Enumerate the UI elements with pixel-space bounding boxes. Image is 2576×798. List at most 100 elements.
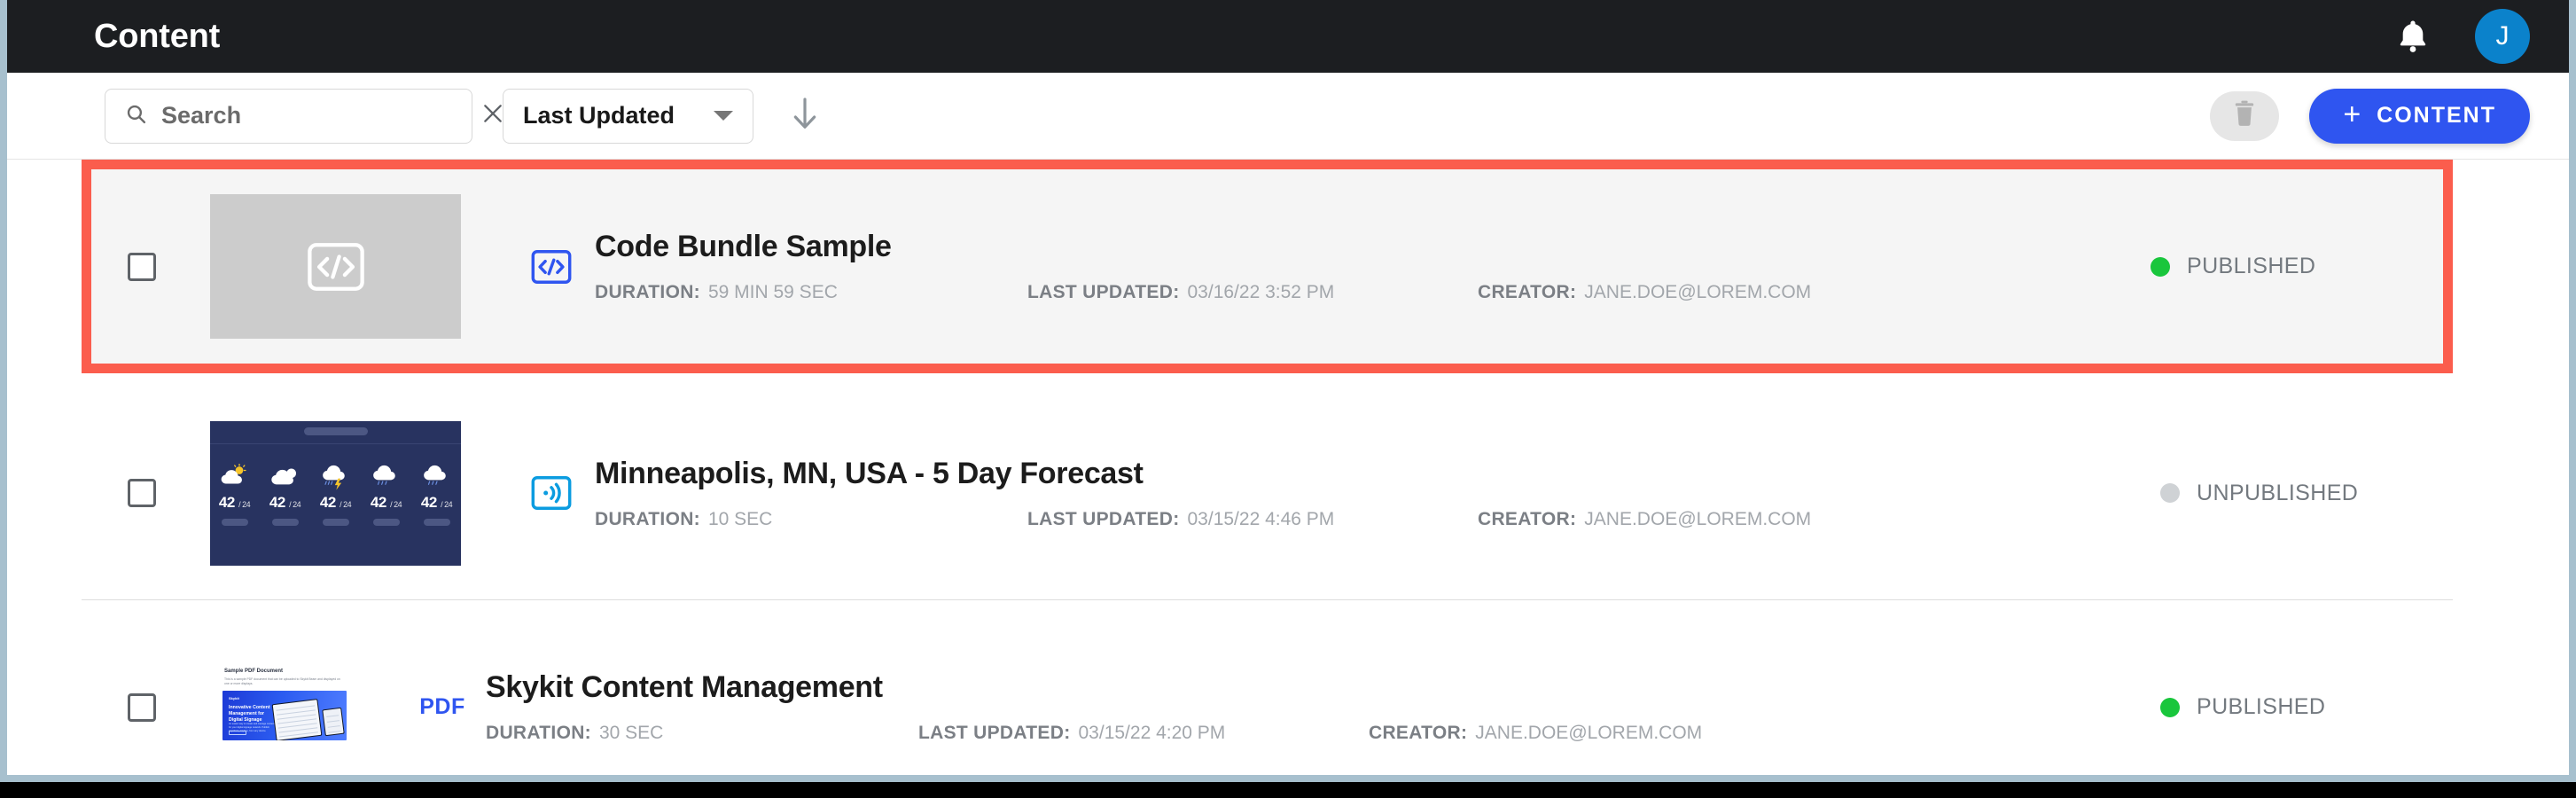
status-badge: PUBLISHED	[2151, 254, 2443, 279]
weather-temp-low: / 24	[390, 499, 402, 509]
broadcast-icon	[526, 475, 577, 511]
weather-day-placeholder	[423, 518, 450, 526]
weather-day-placeholder	[322, 518, 349, 526]
pdf-banner-cta	[229, 730, 246, 735]
page-title: Content	[94, 17, 221, 55]
row-checkbox[interactable]	[128, 692, 156, 722]
close-icon[interactable]	[481, 102, 504, 129]
top-bar: Content J	[7, 0, 2569, 73]
meta-last-updated-value: 03/16/22 3:52 PM	[1187, 282, 1335, 302]
weather-header	[210, 421, 461, 444]
trash-icon	[2233, 100, 2256, 131]
meta-duration-value: 10 SEC	[707, 508, 773, 529]
row-info: Minneapolis, MN, USA - 5 Day Forecast DU…	[595, 457, 2160, 530]
pdf-thumb-banner: Skykit Innovative Content Management for…	[222, 690, 347, 740]
meta-last-updated-label: LAST UPDATED:	[918, 723, 1071, 743]
plus-icon: +	[2343, 98, 2363, 131]
search-box[interactable]	[105, 88, 502, 144]
weather-day-placeholder	[271, 518, 299, 526]
status-badge: PUBLISHED	[2160, 694, 2453, 720]
meta-last-updated: LAST UPDATED: 03/16/22 3:52 PM	[1027, 282, 1478, 303]
status-label: UNPUBLISHED	[2197, 480, 2359, 505]
row-thumbnail: 42 / 24 42 / 24 42 / 24 42 / 24 42 / 24	[210, 420, 461, 566]
status-dot	[2160, 697, 2180, 717]
meta-creator-value: JANE.DOE@LOREM.COM	[1475, 723, 1703, 743]
pdf-banner-heading: Innovative Content Management for Digita…	[229, 704, 270, 723]
meta-duration-label: DURATION:	[486, 723, 591, 743]
row-title: Minneapolis, MN, USA - 5 Day Forecast	[595, 456, 1144, 490]
meta-creator: CREATOR: JANE.DOE@LOREM.COM	[1478, 509, 1811, 530]
status-dot	[2151, 256, 2170, 277]
weather-temp: 42 / 24	[218, 493, 251, 511]
table-row[interactable]: Code Bundle Sample DURATION: 59 MIN 59 S…	[91, 169, 2443, 364]
screen-bottom-strip	[0, 782, 2576, 798]
meta-last-updated-value: 03/15/22 4:20 PM	[1078, 723, 1226, 743]
pdf-banner-logo: Skykit	[229, 695, 239, 700]
weather-card: 42 / 24	[416, 462, 458, 526]
sort-dropdown-label: Last Updated	[523, 102, 675, 129]
pdf-thumb-body: This is a sample PDF document that can b…	[224, 677, 340, 685]
chevron-down-icon	[714, 111, 733, 121]
meta-duration-label: DURATION:	[595, 282, 700, 302]
table-row[interactable]: 42 / 24 42 / 24 42 / 24 42 / 24 42 / 24 Minn…	[82, 387, 2453, 600]
search-icon	[125, 103, 147, 129]
avatar-initial: J	[2495, 21, 2510, 51]
meta-duration-value: 30 SEC	[598, 723, 664, 743]
search-input[interactable]	[161, 102, 481, 129]
weather-temp: 42 / 24	[420, 493, 453, 511]
meta-last-updated-label: LAST UPDATED:	[1027, 282, 1180, 302]
delete-button[interactable]	[2210, 90, 2280, 141]
add-content-label: CONTENT	[2377, 103, 2496, 128]
weather-temp-low: / 24	[340, 499, 352, 509]
row-title: Code Bundle Sample	[595, 230, 892, 263]
meta-last-updated-value: 03/15/22 4:46 PM	[1187, 508, 1335, 529]
pdf-banner-device-tablet	[271, 698, 323, 740]
weather-forecast-cards: 42 / 24 42 / 24 42 / 24 42 / 24 42 / 24	[210, 444, 461, 526]
meta-duration: DURATION: 10 SEC	[595, 509, 1027, 530]
pdf-icon-label: PDF	[419, 694, 465, 719]
meta-duration-label: DURATION:	[595, 508, 700, 529]
weather-card: 42 / 24	[365, 462, 408, 526]
code-brackets-icon	[526, 249, 577, 285]
meta-last-updated-label: LAST UPDATED:	[1027, 508, 1180, 529]
meta-last-updated: LAST UPDATED: 03/15/22 4:46 PM	[1027, 509, 1478, 530]
row-info: Skykit Content Management DURATION: 30 S…	[486, 670, 2160, 744]
sort-dropdown[interactable]: Last Updated	[503, 88, 753, 144]
bell-icon[interactable]	[2395, 18, 2431, 55]
meta-creator: CREATOR: JANE.DOE@LOREM.COM	[1478, 282, 1811, 303]
weather-temp: 42 / 24	[269, 493, 301, 511]
avatar[interactable]: J	[2475, 9, 2530, 64]
row-info: Code Bundle Sample DURATION: 59 MIN 59 S…	[595, 230, 2151, 303]
weather-card: 42 / 24	[315, 462, 357, 526]
weather-day-placeholder	[221, 518, 248, 526]
meta-creator-value: JANE.DOE@LOREM.COM	[1584, 508, 1812, 529]
meta-creator: CREATOR: JANE.DOE@LOREM.COM	[1369, 723, 1702, 744]
top-bar-actions: J	[2395, 9, 2530, 64]
weather-title-placeholder	[303, 426, 368, 435]
weather-temp: 42 / 24	[370, 493, 402, 511]
arrow-down-icon[interactable]	[753, 96, 819, 136]
meta-last-updated: LAST UPDATED: 03/15/22 4:20 PM	[918, 723, 1369, 744]
row-checkbox[interactable]	[128, 252, 156, 281]
content-list: Code Bundle Sample DURATION: 59 MIN 59 S…	[7, 160, 2569, 775]
thunderstorm-icon	[315, 462, 357, 490]
meta-creator-label: CREATOR:	[1478, 508, 1577, 529]
meta-creator-label: CREATOR:	[1478, 282, 1577, 302]
row-checkbox[interactable]	[128, 479, 156, 507]
row-meta: DURATION: 10 SEC LAST UPDATED: 03/15/22 …	[595, 509, 2160, 530]
table-row[interactable]: Sample PDF Document This is a sample PDF…	[82, 600, 2453, 775]
pdf-banner-device-phone	[322, 707, 345, 736]
status-badge: UNPUBLISHED	[2160, 481, 2453, 506]
add-content-button[interactable]: + CONTENT	[2309, 88, 2530, 144]
weather-card: 42 / 24	[264, 462, 307, 526]
status-label: PUBLISHED	[2197, 694, 2326, 719]
weather-temp-low: / 24	[289, 499, 301, 509]
row-title: Skykit Content Management	[486, 670, 883, 704]
row-thumbnail	[210, 194, 461, 339]
sun-cloud-icon	[214, 462, 256, 490]
meta-creator-value: JANE.DOE@LOREM.COM	[1584, 282, 1812, 302]
status-label: PUBLISHED	[2187, 254, 2316, 278]
status-dot	[2160, 483, 2180, 503]
rain-icon	[365, 462, 408, 490]
rain-icon	[416, 462, 458, 490]
